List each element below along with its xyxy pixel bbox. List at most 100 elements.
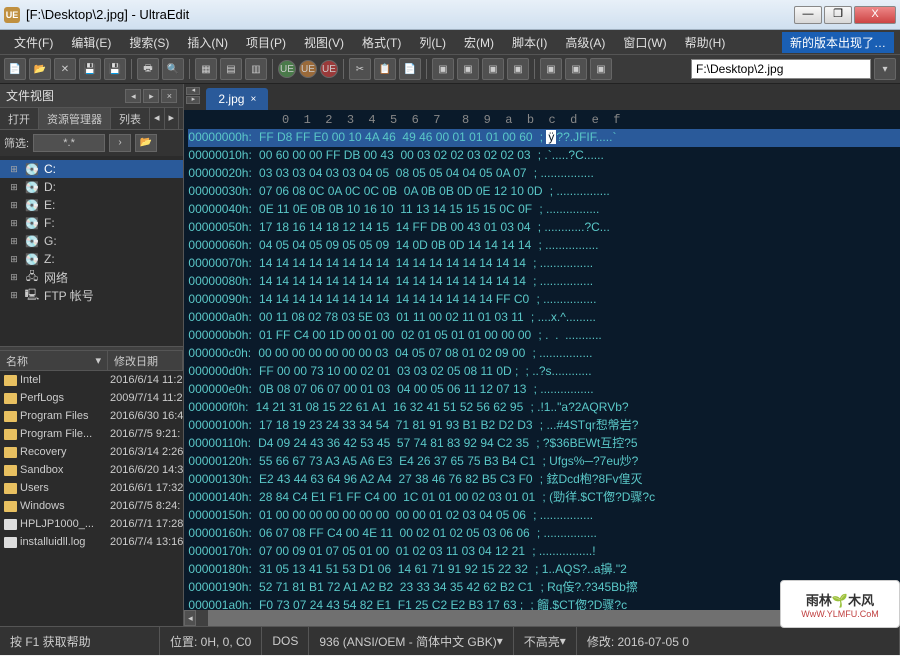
file-path-input[interactable] (691, 59, 871, 79)
file-row[interactable]: Program Files2016/6/30 16:4 (0, 407, 183, 425)
menu-file[interactable]: 文件(F) (6, 32, 61, 53)
menu-window[interactable]: 窗口(W) (615, 32, 674, 53)
drive-item[interactable]: ⊞💽F: (0, 214, 183, 232)
file-tab-close-icon[interactable]: × (250, 94, 256, 105)
cut-icon[interactable]: ✂ (349, 58, 371, 80)
hex-row[interactable]: 000000e0h: 0B 08 07 06 07 00 01 03 04 00… (188, 381, 900, 399)
hex-row[interactable]: 00000100h: 17 18 19 23 24 33 34 54 71 81… (188, 417, 900, 435)
menu-column[interactable]: 列(L) (411, 32, 454, 53)
menu-script[interactable]: 脚本(I) (504, 32, 555, 53)
menu-macro[interactable]: 宏(M) (456, 32, 502, 53)
hex-row[interactable]: 000000d0h: FF 00 00 73 10 00 02 01 03 03… (188, 363, 900, 381)
scroll-left-icon[interactable]: ◂ (184, 610, 196, 626)
tab-list[interactable]: 列表 (111, 108, 150, 129)
drive-item[interactable]: ⊞💽G: (0, 232, 183, 250)
tab-open[interactable]: 打开 (0, 108, 39, 129)
hex-row[interactable]: 00000170h: 07 00 09 01 07 05 01 00 01 02… (188, 543, 900, 561)
filter-input[interactable] (33, 134, 105, 152)
pane-close-button[interactable]: × (161, 89, 177, 103)
file-row[interactable]: Sandbox2016/6/20 14:3 (0, 461, 183, 479)
file-row[interactable]: Recovery2016/3/14 2:26 (0, 443, 183, 461)
file-row[interactable]: Windows2016/7/5 8:24: (0, 497, 183, 515)
file-row[interactable]: PerfLogs2009/7/14 11:2 (0, 389, 183, 407)
pane-prev-button[interactable]: ◂ (125, 89, 141, 103)
file-row[interactable]: Program File...2016/7/5 9:21: (0, 425, 183, 443)
close-file-icon[interactable]: ✕ (54, 58, 76, 80)
hex-row[interactable]: 00000030h: 07 06 08 0C 0A 0C 0C 0B 0A 0B… (188, 183, 900, 201)
filter-go-button[interactable]: › (109, 134, 131, 152)
menu-advanced[interactable]: 高级(A) (557, 32, 613, 53)
menu-format[interactable]: 格式(T) (354, 32, 409, 53)
drive-item[interactable]: ⊞💽E: (0, 196, 183, 214)
compare-red-icon[interactable]: UE (320, 60, 338, 78)
print-icon[interactable]: 🖶 (137, 58, 159, 80)
tab-nav-right[interactable]: ▸ (186, 96, 200, 104)
hex-row[interactable]: 00000090h: 14 14 14 14 14 14 14 14 14 14… (188, 291, 900, 309)
new-file-icon[interactable]: 📄 (4, 58, 26, 80)
hex-row[interactable]: 00000180h: 31 05 13 41 51 53 D1 06 14 61… (188, 561, 900, 579)
filter-browse-button[interactable]: 📂 (135, 134, 157, 152)
file-tab-active[interactable]: 2.jpg × (206, 88, 268, 110)
tool4-icon[interactable]: ▣ (432, 58, 454, 80)
hex-row[interactable]: 00000040h: 0E 11 0E 0B 0B 10 16 10 11 13… (188, 201, 900, 219)
hex-row[interactable]: 00000130h: E2 43 44 63 64 96 A2 A4 27 38… (188, 471, 900, 489)
status-encoding2[interactable]: 936 (ANSI/OEM - 简体中文 GBK) ▾ (309, 627, 513, 655)
compare-green-icon[interactable]: UE (278, 60, 296, 78)
hex-row[interactable]: 00000110h: D4 09 24 43 36 42 53 45 57 74… (188, 435, 900, 453)
path-dropdown-icon[interactable]: ▾ (874, 58, 896, 80)
tab-nav-left[interactable]: ◂ (186, 87, 200, 95)
drive-item[interactable]: ⊞💽Z: (0, 250, 183, 268)
hex-row[interactable]: 000000a0h: 00 11 08 02 78 03 5E 03 01 11… (188, 309, 900, 327)
col-date[interactable]: 修改日期 (108, 351, 183, 370)
status-encoding1[interactable]: DOS (262, 627, 309, 655)
hex-row[interactable]: 00000160h: 06 07 08 FF C4 00 4E 11 00 02… (188, 525, 900, 543)
hex-view[interactable]: 0 1 2 3 4 5 6 7 8 9 a b c d e f 00000000… (184, 110, 900, 610)
tool2-icon[interactable]: ▤ (220, 58, 242, 80)
tool8-icon[interactable]: ▣ (540, 58, 562, 80)
copy-icon[interactable]: 📋 (374, 58, 396, 80)
menu-insert[interactable]: 插入(N) (179, 32, 236, 53)
file-row[interactable]: HPLJP1000_...2016/7/1 17:28 (0, 515, 183, 533)
hex-row[interactable]: 00000010h: 00 60 00 00 FF DB 00 43 00 03… (188, 147, 900, 165)
hex-row[interactable]: 00000140h: 28 84 C4 E1 F1 FF C4 00 1C 01… (188, 489, 900, 507)
compare-orange-icon[interactable]: UE (299, 60, 317, 78)
file-row[interactable]: Intel2016/6/14 11:2 (0, 371, 183, 389)
menu-edit[interactable]: 编辑(E) (63, 32, 119, 53)
file-row[interactable]: installuidll.log2016/7/4 13:16 (0, 533, 183, 551)
drive-item[interactable]: ⊞🖳FTP 帐号 (0, 286, 183, 304)
hex-row[interactable]: 00000070h: 14 14 14 14 14 14 14 14 14 14… (188, 255, 900, 273)
hex-row[interactable]: 000000f0h: 14 21 31 08 15 22 61 A1 16 32… (188, 399, 900, 417)
hex-row[interactable]: 00000060h: 04 05 04 05 09 05 05 09 14 0D… (188, 237, 900, 255)
menu-project[interactable]: 项目(P) (238, 32, 294, 53)
open-icon[interactable]: 📂 (29, 58, 51, 80)
hex-row[interactable]: 00000020h: 03 03 03 04 03 03 04 05 08 05… (188, 165, 900, 183)
tab-explorer[interactable]: 资源管理器 (39, 108, 111, 129)
drive-item[interactable]: ⊞🖧网络 (0, 268, 183, 286)
hex-row[interactable]: 000000b0h: 01 FF C4 00 1D 00 01 00 02 01… (188, 327, 900, 345)
tab-scroll-left[interactable]: ◂ (150, 108, 165, 129)
maximize-button[interactable]: ❐ (824, 6, 852, 24)
close-button[interactable]: X (854, 6, 896, 24)
col-name[interactable]: 名称 ▾ (0, 351, 108, 370)
status-highlight[interactable]: 不高亮 ▾ (514, 627, 577, 655)
pane-next-button[interactable]: ▸ (143, 89, 159, 103)
menu-search[interactable]: 搜索(S) (121, 32, 177, 53)
tool3-icon[interactable]: ▥ (245, 58, 267, 80)
hex-row[interactable]: 000000c0h: 00 00 00 00 00 00 00 03 04 05… (188, 345, 900, 363)
save-as-icon[interactable]: 💾 (104, 58, 126, 80)
hex-row[interactable]: 00000080h: 14 14 14 14 14 14 14 14 14 14… (188, 273, 900, 291)
menu-help[interactable]: 帮助(H) (677, 32, 734, 53)
drive-item[interactable]: ⊞💽C: (0, 160, 183, 178)
tool1-icon[interactable]: ▦ (195, 58, 217, 80)
paste-icon[interactable]: 📄 (399, 58, 421, 80)
preview-icon[interactable]: 🔍 (162, 58, 184, 80)
hex-row[interactable]: 00000150h: 01 00 00 00 00 00 00 00 00 00… (188, 507, 900, 525)
file-row[interactable]: Users2016/6/1 17:32 (0, 479, 183, 497)
menu-view[interactable]: 视图(V) (296, 32, 352, 53)
hex-row[interactable]: 00000050h: 17 18 16 14 18 12 14 15 14 FF… (188, 219, 900, 237)
save-icon[interactable]: 💾 (79, 58, 101, 80)
drive-item[interactable]: ⊞💽D: (0, 178, 183, 196)
tool9-icon[interactable]: ▣ (565, 58, 587, 80)
minimize-button[interactable]: — (794, 6, 822, 24)
tool6-icon[interactable]: ▣ (482, 58, 504, 80)
